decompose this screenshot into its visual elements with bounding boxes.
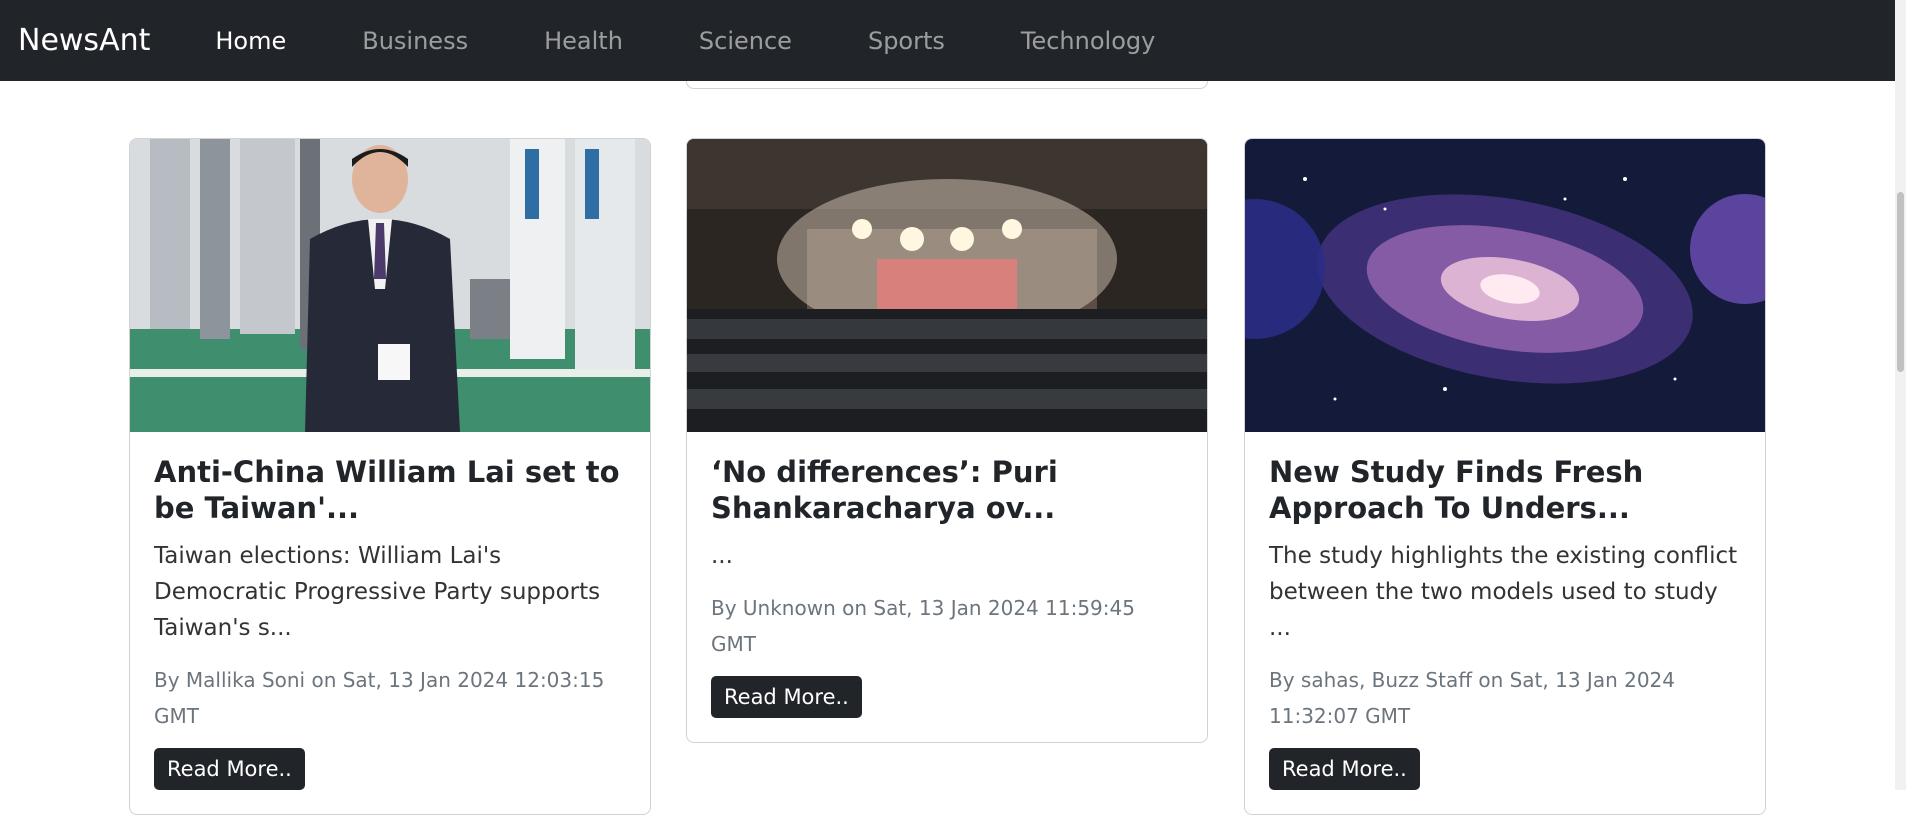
news-card: Anti-China William Lai set to be Taiwan'… [129,138,651,815]
card-description: ... [711,543,733,569]
news-image-galaxy[interactable] [1245,139,1765,432]
news-card: New Study Finds Fresh Approach To Unders… [1244,138,1766,815]
news-image-politician[interactable] [130,139,650,432]
card-description: The study highlights the existing confli… [1269,543,1738,641]
navbar: NewsAnt Home Business Health Science Spo… [0,0,1895,81]
brand-logo[interactable]: NewsAnt [18,23,150,58]
card-title: New Study Finds Fresh Approach To Unders… [1269,455,1644,525]
nav-sports[interactable]: Sports [868,27,945,55]
card-body: New Study Finds Fresh Approach To Unders… [1245,432,1765,814]
nav-health[interactable]: Health [544,27,623,55]
read-more-button[interactable]: Read More.. [711,676,862,718]
card-byline: By Unknown on Sat, 13 Jan 2024 11:59:45 … [711,596,1135,656]
nav-business[interactable]: Business [362,27,468,55]
card-byline: By Mallika Soni on Sat, 13 Jan 2024 12:0… [154,668,605,728]
scrollbar-thumb[interactable] [1897,192,1904,372]
card-byline: By sahas, Buzz Staff on Sat, 13 Jan 2024… [1269,668,1676,728]
nav-home[interactable]: Home [215,27,286,55]
read-more-button[interactable]: Read More.. [1269,748,1420,790]
read-more-button[interactable]: Read More.. [154,748,305,790]
news-card: ‘No differences’: Puri Shankaracharya ov… [686,138,1208,743]
nav-technology[interactable]: Technology [1021,27,1155,55]
nav-science[interactable]: Science [699,27,792,55]
card-title: ‘No differences’: Puri Shankaracharya ov… [711,455,1058,525]
card-body: Anti-China William Lai set to be Taiwan'… [130,432,650,814]
card-title: Anti-China William Lai set to be Taiwan'… [154,455,620,525]
news-image-auditorium[interactable] [687,139,1207,432]
card-body: ‘No differences’: Puri Shankaracharya ov… [687,432,1207,742]
page-scrollbar[interactable] [1895,0,1906,790]
card-description: Taiwan elections: William Lai's Democrat… [154,543,601,641]
